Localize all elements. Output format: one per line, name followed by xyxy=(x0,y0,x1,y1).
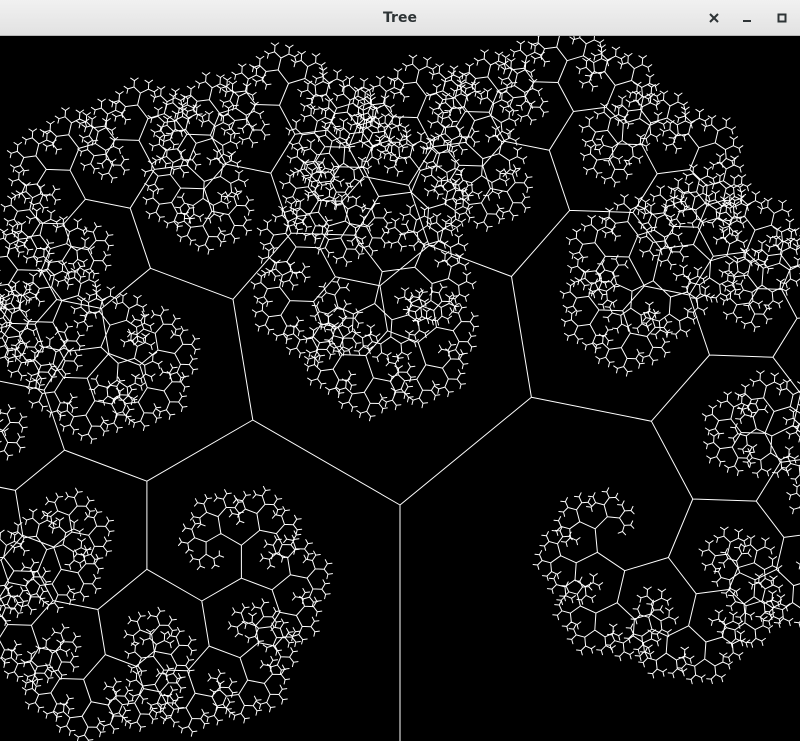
minimize-button[interactable] xyxy=(735,6,759,30)
maximize-button[interactable] xyxy=(770,6,794,30)
maximize-icon xyxy=(777,13,787,23)
tree-canvas xyxy=(0,36,800,741)
title-bar[interactable]: Tree xyxy=(0,0,800,36)
window-title: Tree xyxy=(383,10,417,26)
close-button[interactable] xyxy=(702,6,726,30)
minimize-icon xyxy=(743,20,751,22)
close-icon xyxy=(709,13,719,23)
app-window: Tree xyxy=(0,0,800,741)
fractal-tree xyxy=(0,36,800,741)
tree-branches xyxy=(0,36,800,741)
fractal-tree-drawing xyxy=(0,36,800,741)
